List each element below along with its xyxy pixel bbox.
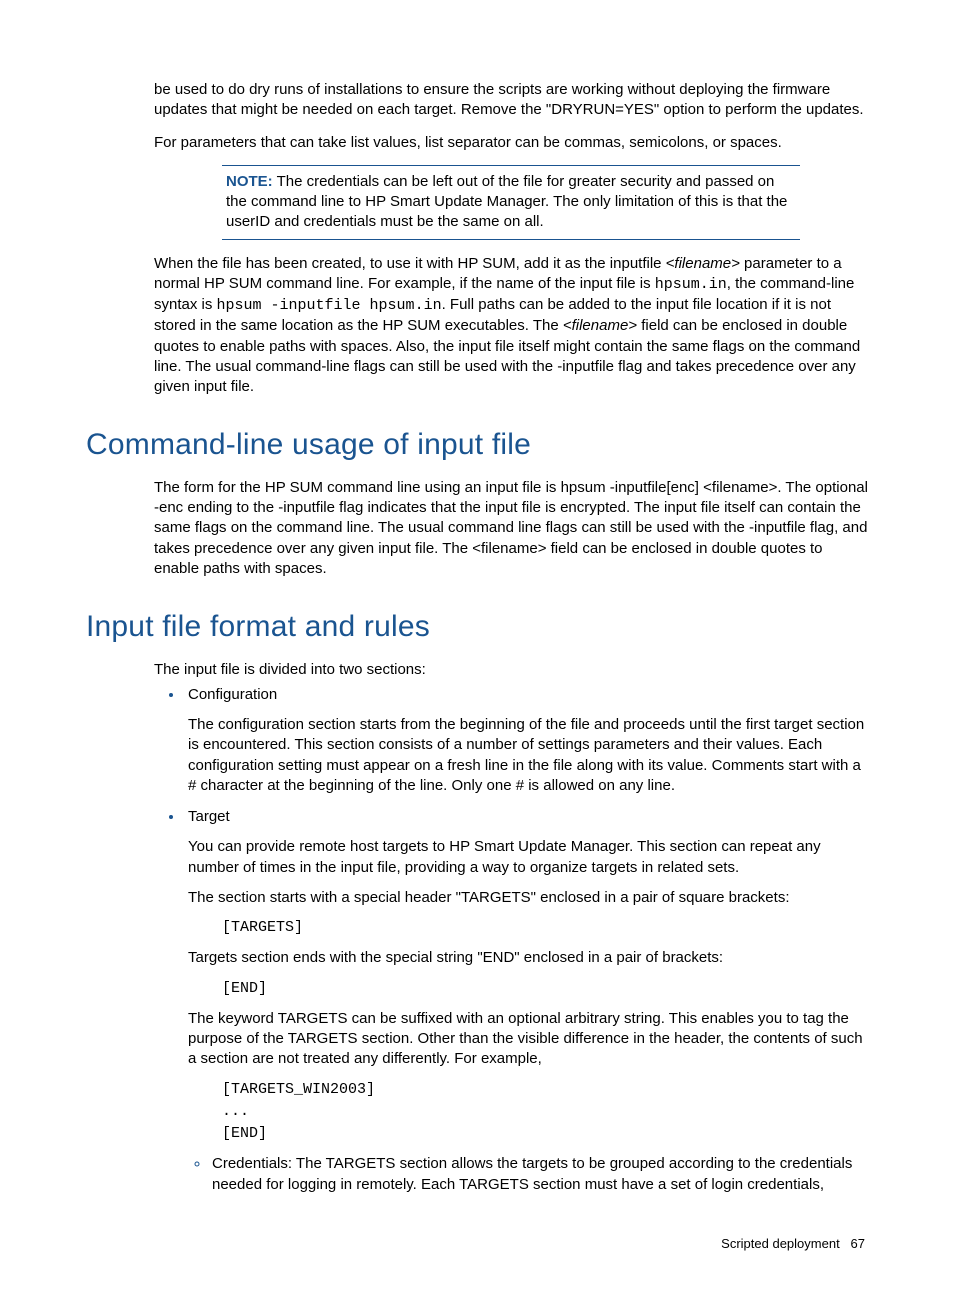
heading-input-file-format: Input file format and rules bbox=[86, 607, 868, 648]
heading-command-line-usage: Command-line usage of input file bbox=[86, 425, 868, 466]
filename-placeholder: <filename> bbox=[666, 255, 740, 272]
code-hpsum-inputfile: hpsum -inputfile hpsum.in bbox=[217, 297, 442, 314]
intro-paragraph-1: be used to do dry runs of installations … bbox=[154, 80, 868, 121]
bullet-configuration-title: Configuration bbox=[188, 686, 277, 703]
code-ellipsis: ... bbox=[222, 1102, 868, 1122]
bullet-configuration: Configuration The configuration section … bbox=[184, 684, 868, 796]
code-end: [END] bbox=[222, 979, 868, 999]
code-hpsum-in: hpsum.in bbox=[655, 276, 727, 293]
target-p4: The keyword TARGETS can be suffixed with… bbox=[188, 1009, 868, 1070]
bullet-configuration-body: The configuration section starts from th… bbox=[188, 715, 868, 796]
intro-paragraph-2: For parameters that can take list values… bbox=[154, 133, 868, 153]
note-text: The credentials can be left out of the f… bbox=[226, 173, 787, 231]
target-p2: The section starts with a special header… bbox=[188, 888, 868, 908]
code-end-2: [END] bbox=[222, 1124, 868, 1144]
note-box: NOTE: The credentials can be left out of… bbox=[222, 165, 800, 240]
bullet-target-title: Target bbox=[188, 808, 230, 825]
target-p3: Targets section ends with the special st… bbox=[188, 948, 868, 968]
section-list: Configuration The configuration section … bbox=[154, 684, 868, 1195]
section1-paragraph: The form for the HP SUM command line usi… bbox=[154, 478, 868, 579]
filename-placeholder-2: <filename> bbox=[563, 317, 637, 334]
paragraph-input-file-created: When the file has been created, to use i… bbox=[154, 254, 868, 398]
footer-page-number: 67 bbox=[851, 1236, 865, 1251]
code-targets-win2003: [TARGETS_WIN2003] bbox=[222, 1080, 868, 1100]
page-footer: Scripted deployment 67 bbox=[86, 1235, 868, 1253]
note-label: NOTE: bbox=[226, 173, 273, 190]
target-p1: You can provide remote host targets to H… bbox=[188, 837, 868, 878]
footer-section: Scripted deployment bbox=[721, 1236, 840, 1251]
target-sublist: Credentials: The TARGETS section allows … bbox=[188, 1154, 868, 1195]
section2-intro: The input file is divided into two secti… bbox=[154, 660, 868, 680]
sub-credentials: Credentials: The TARGETS section allows … bbox=[210, 1154, 868, 1195]
code-targets: [TARGETS] bbox=[222, 918, 868, 938]
bullet-target: Target You can provide remote host targe… bbox=[184, 806, 868, 1195]
